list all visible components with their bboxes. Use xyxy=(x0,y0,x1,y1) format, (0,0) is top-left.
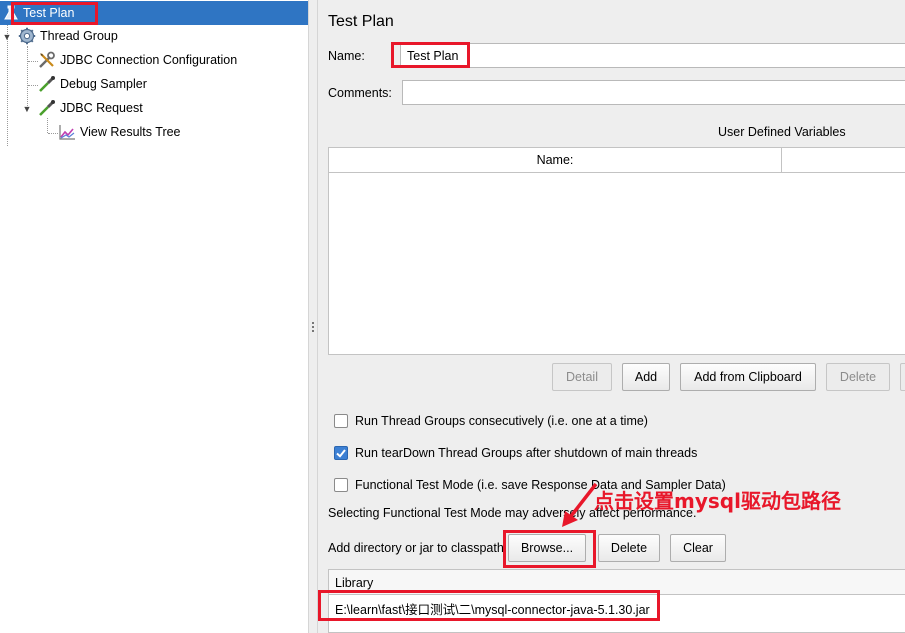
tree-item-debug-sampler[interactable]: Debug Sampler xyxy=(38,72,147,96)
tree-guide-line xyxy=(27,46,28,110)
chart-icon xyxy=(58,123,76,141)
tree-item-jdbc-request[interactable]: JDBC Request xyxy=(38,96,143,120)
classpath-label: Add directory or jar to classpath xyxy=(328,541,504,555)
highlight-library-path xyxy=(318,590,660,621)
comments-field[interactable] xyxy=(402,80,905,105)
checkbox-box[interactable] xyxy=(334,414,348,428)
run-teardown-checkbox[interactable]: Run tearDown Thread Groups after shutdow… xyxy=(334,443,697,463)
checkbox-box[interactable] xyxy=(334,446,348,460)
checkbox-label: Run Thread Groups consecutively (i.e. on… xyxy=(355,414,648,428)
clear-button[interactable]: Clear xyxy=(670,534,726,562)
splitter-grip-icon xyxy=(312,322,315,334)
name-field[interactable]: Test Plan xyxy=(400,43,905,68)
comments-label: Comments: xyxy=(328,86,392,100)
checkmark-icon xyxy=(336,449,346,458)
highlight-browse-button xyxy=(503,530,596,568)
expand-toggle-icon[interactable]: ▼ xyxy=(22,104,32,114)
pipette-icon xyxy=(38,75,56,93)
highlight-name-field xyxy=(391,42,470,68)
checkbox-label: Run tearDown Thread Groups after shutdow… xyxy=(355,446,698,460)
column-header-name[interactable]: Name: xyxy=(329,148,781,172)
tree-guide-line xyxy=(48,133,58,134)
test-plan-panel: Test Plan Name: Test Plan Comments: User… xyxy=(318,0,905,633)
add-button[interactable]: Add xyxy=(622,363,670,391)
move-up-button[interactable] xyxy=(900,363,905,391)
checkbox-box[interactable] xyxy=(334,478,348,492)
tree-item-thread-group[interactable]: Thread Group xyxy=(18,24,118,48)
panel-splitter[interactable] xyxy=(308,0,318,633)
name-label: Name: xyxy=(328,49,365,63)
tree-guide-line xyxy=(28,61,38,62)
column-header-value[interactable] xyxy=(782,148,905,172)
test-plan-tree: Test Plan ▼ Thread Group JDBC Connection… xyxy=(0,0,308,633)
tree-item-label: View Results Tree xyxy=(80,125,181,139)
add-from-clipboard-button[interactable]: Add from Clipboard xyxy=(680,363,816,391)
run-consecutively-checkbox[interactable]: Run Thread Groups consecutively (i.e. on… xyxy=(334,411,648,431)
tree-guide-line xyxy=(47,118,48,133)
user-defined-variables-title: User Defined Variables xyxy=(718,125,846,139)
tree-item-label: JDBC Connection Configuration xyxy=(60,53,238,67)
tree-item-view-results-tree[interactable]: View Results Tree xyxy=(58,120,181,144)
tree-item-label: Debug Sampler xyxy=(60,77,147,91)
tree-item-label: Thread Group xyxy=(40,29,118,43)
tree-item-label: JDBC Request xyxy=(60,101,143,115)
annotation-callout: 点击设置mysql驱动包路径 xyxy=(594,489,841,513)
tree-guide-line xyxy=(28,85,38,86)
delete-variable-button[interactable]: Delete xyxy=(826,363,890,391)
gear-icon xyxy=(18,27,36,45)
table-header: Name: xyxy=(329,148,905,173)
wrench-screwdriver-icon xyxy=(38,51,56,69)
expand-toggle-icon[interactable]: ▼ xyxy=(2,32,12,42)
pipette-icon xyxy=(38,99,56,117)
detail-button[interactable]: Detail xyxy=(552,363,612,391)
user-defined-variables-table[interactable]: Name: xyxy=(328,147,905,355)
delete-library-button[interactable]: Delete xyxy=(598,534,660,562)
page-title: Test Plan xyxy=(328,13,394,30)
tree-item-jdbc-connection-configuration[interactable]: JDBC Connection Configuration xyxy=(38,48,237,72)
highlight-tree-test-plan xyxy=(11,2,98,25)
